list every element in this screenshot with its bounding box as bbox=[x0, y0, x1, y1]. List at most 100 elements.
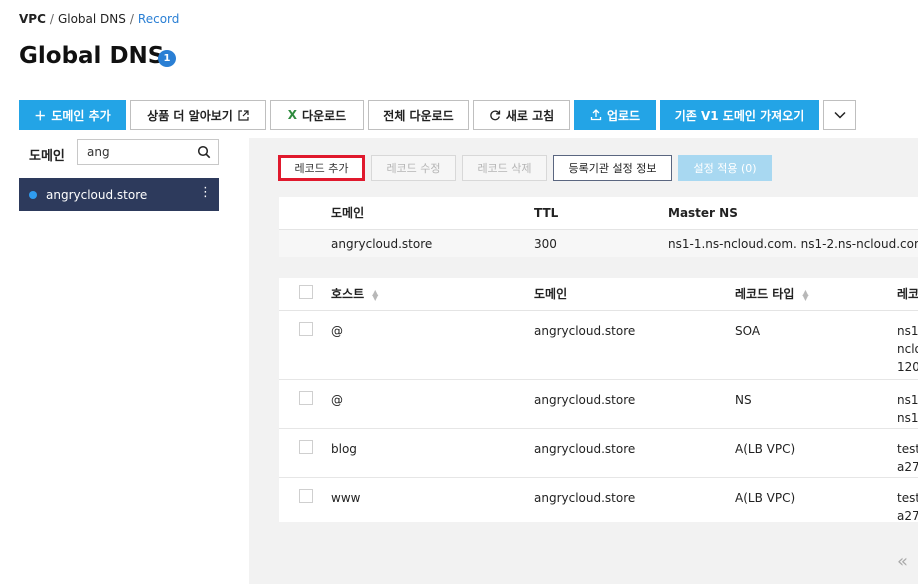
cell-domain: angrycloud.store bbox=[331, 229, 534, 257]
learn-more-button[interactable]: 상품 더 알아보기 bbox=[130, 100, 266, 130]
main-toolbar: ＋ 도메인 추가 상품 더 알아보기 X 다운로드 전체 다운로드 새로 고침 … bbox=[19, 100, 856, 130]
add-domain-button[interactable]: ＋ 도메인 추가 bbox=[19, 100, 126, 130]
import-v1-button[interactable]: 기존 V1 도메인 가져오기 bbox=[660, 100, 819, 130]
cell-ttl: 300 bbox=[534, 229, 668, 257]
page-title: Global DNS bbox=[19, 43, 165, 69]
breadcrumb-separator: / bbox=[49, 12, 54, 26]
table-row: angrycloud.store 300 ns1-1.ns-ncloud.com… bbox=[279, 229, 918, 257]
cell-record-value: test a27 bbox=[897, 428, 918, 478]
breadcrumb: VPC / Global DNS / Record bbox=[19, 12, 179, 26]
value-line: test bbox=[897, 490, 918, 505]
edit-record-button[interactable]: 레코드 수정 bbox=[371, 155, 456, 181]
search-icon[interactable] bbox=[197, 145, 211, 159]
column-header-host[interactable]: 호스트 ▲ ▼ bbox=[331, 278, 534, 311]
breadcrumb-separator: / bbox=[129, 12, 134, 26]
refresh-icon bbox=[490, 110, 500, 121]
add-record-button[interactable]: 레코드 추가 bbox=[278, 155, 365, 181]
value-line: a27 bbox=[897, 459, 918, 474]
breadcrumb-global-dns[interactable]: Global DNS bbox=[58, 12, 126, 26]
domain-info-table: 도메인 TTL Master NS angrycloud.store 300 n… bbox=[279, 197, 918, 257]
row-checkbox[interactable] bbox=[299, 488, 313, 503]
cell-record-value: test a27 bbox=[897, 477, 918, 523]
column-header-record-value: 레코 bbox=[897, 278, 918, 311]
cell-host: @ bbox=[331, 379, 534, 429]
column-header-host-label: 호스트 bbox=[331, 287, 365, 302]
sort-icon[interactable]: ▲ ▼ bbox=[802, 288, 810, 301]
value-line: ns1- bbox=[897, 392, 918, 407]
sort-icon[interactable]: ▲ ▼ bbox=[372, 288, 380, 301]
cell-domain: angrycloud.store bbox=[534, 428, 735, 478]
cell-record-value: ns1- nclo 120 bbox=[897, 310, 918, 380]
upload-label: 업로드 bbox=[606, 108, 641, 123]
cell-record-type: A(LB VPC) bbox=[735, 490, 796, 505]
download-label: 다운로드 bbox=[302, 108, 347, 123]
cell-record-type: SOA bbox=[735, 310, 897, 380]
value-line: a27 bbox=[897, 508, 918, 523]
download-button[interactable]: X 다운로드 bbox=[270, 100, 364, 130]
import-v1-label: 기존 V1 도메인 가져오기 bbox=[674, 108, 805, 123]
value-line: ns1- bbox=[897, 410, 918, 425]
cell-domain: angrycloud.store bbox=[534, 379, 735, 429]
download-all-label: 전체 다운로드 bbox=[383, 108, 454, 123]
domain-filter-label: 도메인 bbox=[29, 149, 65, 164]
cell-host: www bbox=[331, 490, 361, 505]
domain-search-input[interactable] bbox=[78, 140, 188, 164]
learn-more-label: 상품 더 알아보기 bbox=[147, 108, 233, 123]
refresh-button[interactable]: 새로 고침 bbox=[473, 100, 570, 130]
refresh-label: 새로 고침 bbox=[505, 108, 555, 123]
table-row[interactable]: @ angrycloud.store SOA ns1- nclo 120 bbox=[279, 310, 918, 380]
column-header-master-ns: Master NS bbox=[668, 197, 918, 230]
more-menu-button[interactable] bbox=[823, 100, 856, 130]
chevron-down-icon bbox=[833, 111, 846, 119]
cell-record-type: NS bbox=[735, 379, 897, 429]
cell-master-ns: ns1-1.ns-ncloud.com. ns1-2.ns-ncloud.com… bbox=[668, 229, 918, 257]
upload-icon bbox=[590, 109, 602, 121]
registrar-info-button[interactable]: 등록기관 설정 정보 bbox=[553, 155, 672, 181]
cell-domain: angrycloud.store bbox=[534, 490, 636, 505]
table-header-row: 호스트 ▲ ▼ 도메인 레코드 타입 ▲ ▼ 레코 bbox=[279, 278, 918, 311]
record-panel: 레코드 추가 레코드 수정 레코드 삭제 등록기관 설정 정보 설정 적용 (0… bbox=[249, 138, 918, 584]
add-domain-label: 도메인 추가 bbox=[51, 108, 111, 123]
plus-icon: ＋ bbox=[34, 108, 47, 123]
breadcrumb-vpc[interactable]: VPC bbox=[19, 12, 46, 26]
value-line: 120 bbox=[897, 359, 918, 374]
external-link-icon bbox=[238, 109, 249, 121]
download-all-button[interactable]: 전체 다운로드 bbox=[368, 100, 469, 130]
row-checkbox[interactable] bbox=[299, 439, 313, 454]
info-badge[interactable]: 1 bbox=[158, 50, 176, 67]
kebab-menu-icon[interactable]: ⋮ bbox=[199, 186, 212, 199]
delete-record-button[interactable]: 레코드 삭제 bbox=[462, 155, 547, 181]
table-row[interactable]: www angrycloud.store A(LB VPC) test a27 bbox=[279, 477, 918, 522]
table-header-row: 도메인 TTL Master NS bbox=[279, 197, 918, 230]
domain-sidebar: 도메인 angrycloud.store ⋮ bbox=[0, 138, 249, 584]
row-checkbox[interactable] bbox=[299, 321, 313, 336]
table-row[interactable]: @ angrycloud.store NS ns1- ns1- bbox=[279, 379, 918, 429]
column-header-ttl: TTL bbox=[534, 197, 668, 230]
breadcrumb-record[interactable]: Record bbox=[138, 12, 179, 26]
collapse-panel-icon[interactable]: « bbox=[897, 551, 908, 572]
value-line: test bbox=[897, 441, 918, 456]
domain-search-box bbox=[77, 139, 219, 165]
value-line: nclo bbox=[897, 341, 918, 356]
apply-settings-button[interactable]: 설정 적용 (0) bbox=[678, 155, 772, 181]
cell-host: @ bbox=[331, 310, 534, 380]
value-line: ns1- bbox=[897, 323, 918, 338]
column-header-record-type[interactable]: 레코드 타입 ▲ ▼ bbox=[735, 278, 897, 311]
row-checkbox[interactable] bbox=[299, 390, 313, 405]
sidebar-item-label: angrycloud.store bbox=[46, 187, 148, 202]
sidebar-item-domain[interactable]: angrycloud.store ⋮ bbox=[19, 178, 219, 211]
records-table: 호스트 ▲ ▼ 도메인 레코드 타입 ▲ ▼ 레코 @ angrycloud.store… bbox=[279, 278, 918, 522]
upload-button[interactable]: 업로드 bbox=[574, 100, 656, 130]
cell-domain: angrycloud.store bbox=[534, 310, 735, 380]
table-row[interactable]: blog angrycloud.store A(LB VPC) test a27 bbox=[279, 428, 918, 478]
cell-record-value: ns1- ns1- bbox=[897, 379, 918, 429]
cell-host: blog bbox=[331, 428, 534, 478]
excel-icon: X bbox=[287, 108, 298, 122]
column-header-record-type-label: 레코드 타입 bbox=[735, 287, 795, 302]
column-header-domain: 도메인 bbox=[534, 278, 735, 311]
cell-record-type: A(LB VPC) bbox=[735, 428, 897, 478]
status-dot bbox=[29, 190, 37, 199]
record-actions: 레코드 추가 레코드 수정 레코드 삭제 등록기관 설정 정보 설정 적용 (0… bbox=[278, 155, 772, 181]
column-header-domain: 도메인 bbox=[331, 197, 534, 230]
select-all-checkbox[interactable] bbox=[299, 285, 313, 300]
